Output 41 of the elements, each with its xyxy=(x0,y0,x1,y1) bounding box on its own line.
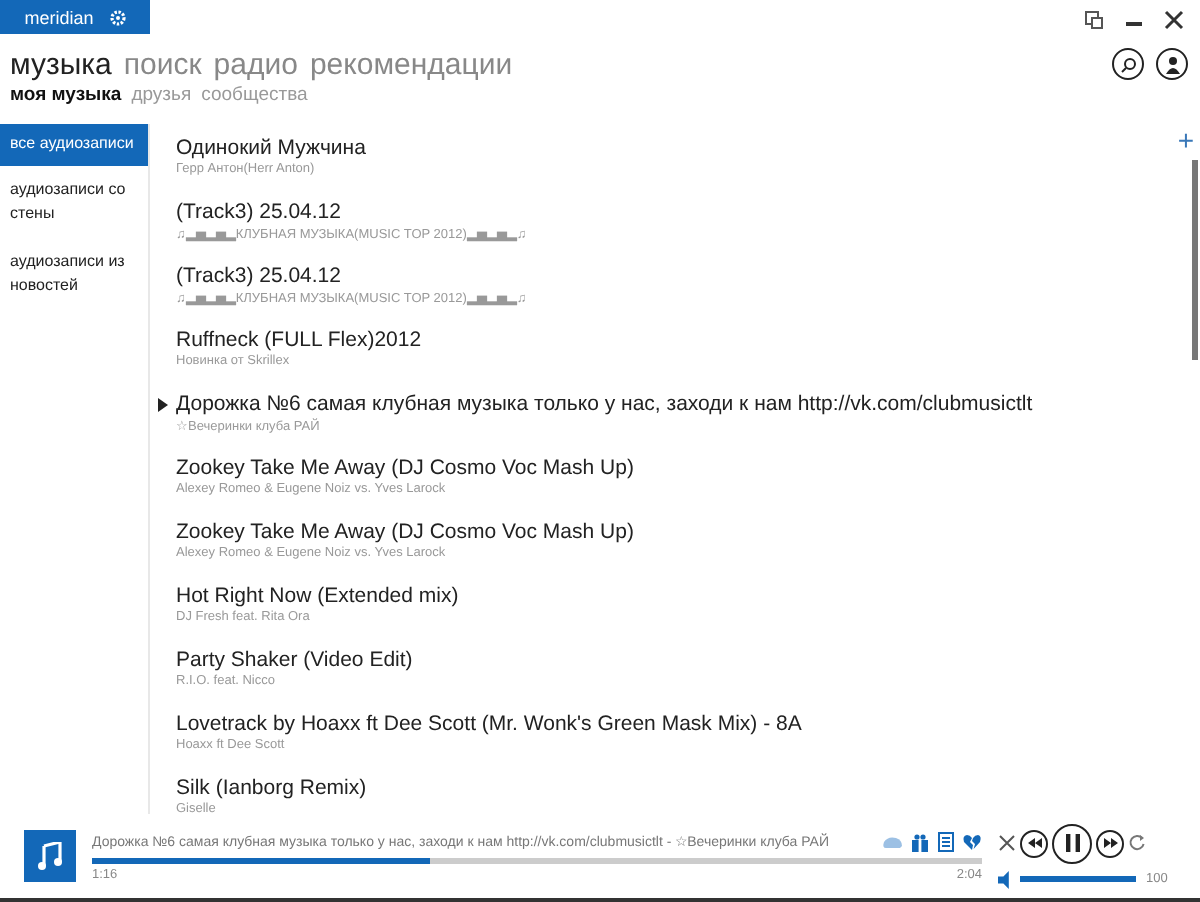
scrollbar[interactable] xyxy=(1191,160,1197,360)
pause-button[interactable] xyxy=(1052,823,1092,863)
broken-heart-icon[interactable] xyxy=(962,831,982,851)
snap-icon[interactable] xyxy=(1084,10,1104,30)
nav-tab[interactable]: рекомендации xyxy=(309,48,513,82)
volume-slider[interactable] xyxy=(1020,876,1136,882)
nav-tab[interactable]: музыка xyxy=(10,48,112,82)
gear-icon[interactable] xyxy=(109,9,126,25)
track-title[interactable]: Silk (Ianborg Remix) xyxy=(176,774,367,802)
track-title[interactable]: (Track3) 25.04.12 xyxy=(176,262,527,290)
track-title[interactable]: Ruffneck (FULL Flex)2012 xyxy=(176,326,422,354)
previous-button[interactable] xyxy=(1020,829,1048,857)
pause-icon xyxy=(1065,834,1079,852)
profile-button[interactable] xyxy=(1156,48,1188,80)
gift-icon[interactable] xyxy=(910,831,930,851)
document-icon[interactable] xyxy=(936,831,956,851)
search-icon xyxy=(1119,55,1137,73)
track-title[interactable]: (Track3) 25.04.12 xyxy=(176,198,527,226)
track-title[interactable]: Одинокий Мужчина xyxy=(176,134,366,162)
fast-forward-icon xyxy=(1103,838,1117,848)
track-title[interactable]: Дорожка №6 самая клубная музыка только у нас, заходи к нам http://vk.com/clubmusictlt xyxy=(176,390,1033,418)
album-art xyxy=(24,830,76,882)
track-title[interactable]: Hot Right Now (Extended mix) xyxy=(176,582,459,610)
next-button[interactable] xyxy=(1096,829,1124,857)
search-button[interactable] xyxy=(1112,48,1144,80)
close-icon[interactable] xyxy=(1164,10,1184,30)
repeat-button[interactable] xyxy=(1128,834,1146,852)
app-logo: meridian xyxy=(0,0,150,34)
progress-track[interactable] xyxy=(92,857,982,863)
rewind-icon xyxy=(1027,838,1041,848)
sidebar-item[interactable]: все аудиозаписи xyxy=(0,124,148,166)
shuffle-button[interactable] xyxy=(998,834,1016,852)
nav-tab[interactable]: поиск xyxy=(123,48,202,82)
track-title[interactable]: Lovetrack by Hoaxx ft Dee Scott (Mr. Wonk's Green Mask Mix) - 8A xyxy=(176,710,802,738)
nav-tab[interactable]: радио xyxy=(213,48,298,82)
track-title[interactable]: Party Shaker (Video Edit) xyxy=(176,646,413,674)
track-title[interactable]: Zookey Take Me Away (DJ Cosmo Voc Mash Up) xyxy=(176,518,634,546)
add-button[interactable]: + xyxy=(1177,128,1195,152)
person-icon xyxy=(1163,55,1181,73)
track-title[interactable]: Zookey Take Me Away (DJ Cosmo Voc Mash Up) xyxy=(176,454,634,482)
sub-tab[interactable]: моя музыка xyxy=(10,84,122,106)
